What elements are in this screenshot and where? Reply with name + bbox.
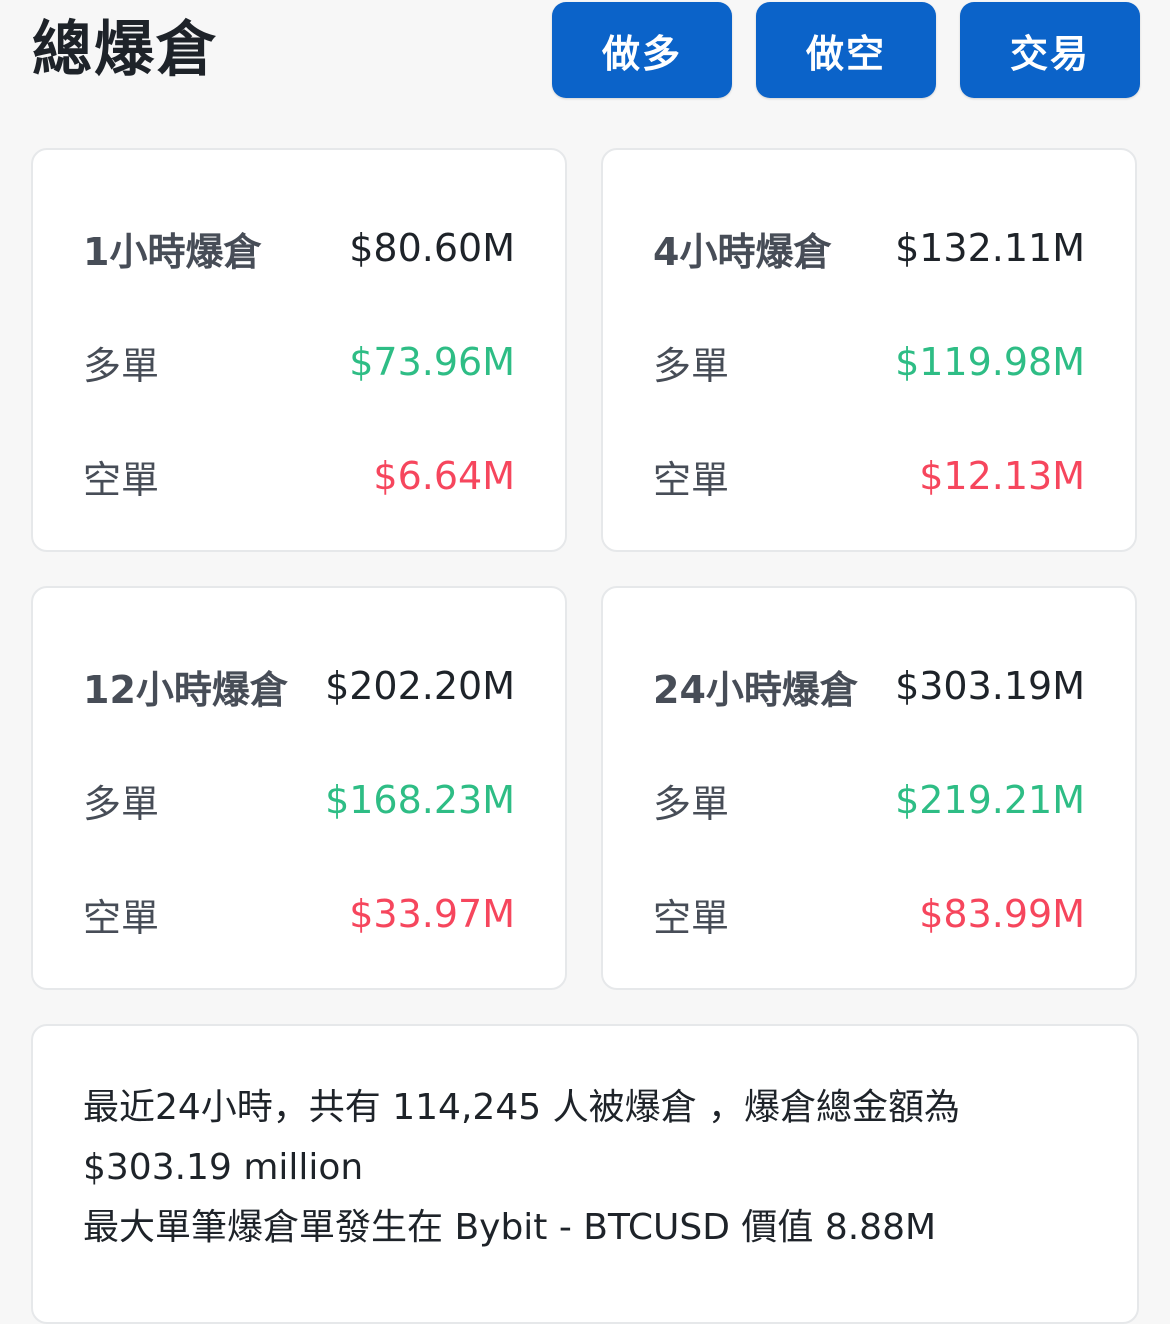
long-label: 多單 (653, 343, 730, 388)
short-value: $33.97M (349, 892, 515, 936)
long-row: 多單 $119.98M (653, 332, 1085, 392)
header: 總爆倉 做多 做空 交易 (0, 0, 1170, 110)
long-row: 多單 $219.21M (653, 770, 1085, 830)
short-value: $12.13M (919, 454, 1085, 498)
short-label: 空單 (653, 895, 730, 940)
long-row: 多單 $168.23M (83, 770, 515, 830)
total-row: 24小時爆倉 $303.19M (653, 656, 1085, 716)
liquidation-card-1h: 1小時爆倉 $80.60M 多單 $73.96M 空單 $6.64M (31, 148, 567, 552)
period-label: 24小時爆倉 (653, 667, 858, 712)
short-label: 空單 (83, 457, 160, 502)
total-value: $202.20M (325, 664, 515, 708)
liquidation-card-24h: 24小時爆倉 $303.19M 多單 $219.21M 空單 $83.99M (601, 586, 1137, 990)
summary-line-2: $303.19 million (83, 1147, 364, 1188)
long-value: $168.23M (325, 778, 515, 822)
short-value: $83.99M (919, 892, 1085, 936)
long-button[interactable]: 做多 (552, 2, 732, 98)
total-value: $132.11M (895, 226, 1085, 270)
long-value: $219.21M (895, 778, 1085, 822)
long-label: 多單 (83, 343, 160, 388)
total-row: 12小時爆倉 $202.20M (83, 656, 515, 716)
total-row: 4小時爆倉 $132.11M (653, 218, 1085, 278)
total-row: 1小時爆倉 $80.60M (83, 218, 515, 278)
short-row: 空單 $6.64M (83, 446, 515, 506)
short-row: 空單 $33.97M (83, 884, 515, 944)
long-row: 多單 $73.96M (83, 332, 515, 392)
period-label: 12小時爆倉 (83, 667, 288, 712)
liquidation-card-4h: 4小時爆倉 $132.11M 多單 $119.98M 空單 $12.13M (601, 148, 1137, 552)
total-value: $303.19M (895, 664, 1085, 708)
trade-button[interactable]: 交易 (960, 2, 1140, 98)
summary-line-3: 最大單筆爆倉單發生在 Bybit - BTCUSD 價值 8.88M (83, 1207, 937, 1248)
period-label: 1小時爆倉 (83, 229, 262, 274)
period-label: 4小時爆倉 (653, 229, 832, 274)
long-label: 多單 (83, 781, 160, 826)
page-title: 總爆倉 (32, 15, 218, 85)
summary-card: 最近24小時，共有 114,245 人被爆倉 ，爆倉總金額為 $303.19 m… (31, 1024, 1139, 1324)
summary-line-1: 最近24小時，共有 114,245 人被爆倉 ，爆倉總金額為 (83, 1087, 961, 1128)
short-row: 空單 $12.13M (653, 446, 1085, 506)
long-label: 多單 (653, 781, 730, 826)
liquidation-card-12h: 12小時爆倉 $202.20M 多單 $168.23M 空單 $33.97M (31, 586, 567, 990)
short-row: 空單 $83.99M (653, 884, 1085, 944)
short-label: 空單 (83, 895, 160, 940)
short-label: 空單 (653, 457, 730, 502)
long-value: $73.96M (349, 340, 515, 384)
short-value: $6.64M (373, 454, 515, 498)
long-value: $119.98M (895, 340, 1085, 384)
short-button[interactable]: 做空 (756, 2, 936, 98)
total-value: $80.60M (349, 226, 515, 270)
